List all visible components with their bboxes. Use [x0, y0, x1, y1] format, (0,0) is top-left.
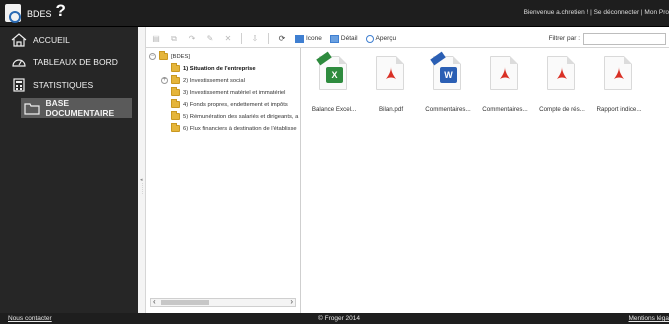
app-logo[interactable]: BDES ? [5, 1, 66, 23]
file-ribbon [430, 51, 446, 66]
tree-node-situation[interactable]: 1) Situation de l'entreprise [171, 63, 256, 72]
tree-node-label: 1) Situation de l'entreprise [183, 65, 256, 72]
detail-view-icon [329, 34, 339, 43]
tree-node-flux-financiers[interactable]: 6) Flux financiers à destination de l'ét… [171, 123, 297, 132]
sidebar-item-accueil[interactable]: ACCUEIL [0, 30, 138, 50]
toolbar-divider [241, 33, 242, 44]
view-preview-label: Aperçu [375, 35, 397, 42]
sidebar-item-label: ACCUEIL [33, 35, 70, 45]
delete-icon[interactable]: ✕ [223, 34, 233, 44]
pdf-file-icon [490, 56, 518, 90]
copyright-text: © Froger 2014 [318, 315, 361, 322]
pdf-file-icon [376, 56, 404, 90]
scroll-right-icon[interactable]: › [290, 297, 293, 306]
copy-icon[interactable]: ⧉ [169, 34, 179, 44]
file-grid: X Balance Excel... Bilan.pdf W Commentai… [301, 48, 669, 313]
folder-icon [171, 87, 180, 96]
sidebar-item-label: STATISTIQUES [33, 80, 94, 90]
collapse-icon[interactable]: − [149, 53, 156, 60]
file-item-compte-de-resultat[interactable]: Compte de rés... [534, 52, 590, 114]
view-detail-button[interactable]: Détail [329, 34, 358, 43]
new-folder-icon[interactable]: ▤ [151, 34, 161, 44]
tree-node-label: 6) Flux financiers à destination de l'ét… [183, 125, 297, 132]
sidebar-item-base-documentaire[interactable]: BASE DOCUMENTAIRE [21, 98, 132, 118]
view-detail-label: Détail [340, 35, 358, 42]
edit-icon[interactable]: ✎ [205, 34, 215, 44]
file-name: Compte de rés... [539, 106, 585, 113]
filter-label: Filtrer par : [548, 35, 580, 42]
file-name: Bilan.pdf [378, 106, 404, 113]
excel-file-icon: X [316, 51, 347, 90]
folder-icon [171, 123, 180, 132]
tree-horizontal-scrollbar[interactable]: ‹ › [150, 297, 296, 307]
refresh-icon[interactable]: ⟳ [277, 34, 287, 44]
user-menu-text[interactable]: Bienvenue a.chretien ! | Se déconnecter … [524, 9, 669, 16]
dashboard-gauge-icon [10, 55, 28, 69]
folder-icon [159, 51, 168, 60]
tree-node-label: [BDES] [171, 53, 191, 60]
scrollbar-thumb[interactable] [161, 300, 209, 305]
help-icon[interactable]: ? [56, 1, 66, 21]
sidebar: ACCUEIL TABLEAUX DE BORD STATISTIQUES BA… [0, 27, 138, 313]
grid-view-icon [295, 34, 304, 43]
sidebar-item-label: BASE DOCUMENTAIRE [45, 98, 115, 118]
file-ribbon [316, 51, 332, 66]
home-icon [10, 33, 28, 47]
tree-node-label: 2) Investissement social [183, 77, 245, 84]
sidebar-item-tableaux-de-bord[interactable]: TABLEAUX DE BORD [0, 52, 138, 72]
statistics-calculator-icon [10, 78, 28, 92]
panel-splitter[interactable]: ◂ ⋮ ⋮ [138, 27, 146, 313]
sidebar-item-label: TABLEAUX DE BORD [33, 57, 118, 67]
pdf-file-icon [547, 56, 575, 90]
tree-node-remuneration[interactable]: 5) Rémunération des salariés et dirigean… [171, 111, 299, 120]
tree-node-investissement-materiel[interactable]: 3) Investissement matériel et immatériel [171, 87, 286, 96]
folder-icon [171, 111, 180, 120]
file-item-bilan-pdf[interactable]: Bilan.pdf [363, 52, 419, 114]
folder-icon [171, 63, 180, 72]
tree-node-label: 4) Fonds propres, endettement et impôts [183, 101, 288, 108]
file-item-rapport-indice[interactable]: Rapport indice... [591, 52, 647, 114]
file-name: Commentaires... [425, 106, 471, 113]
expand-icon[interactable]: + [161, 77, 168, 84]
magnifier-icon [365, 34, 374, 43]
tree-node-label: 5) Rémunération des salariés et dirigean… [183, 113, 299, 120]
folder-icon [171, 75, 180, 84]
file-item-balance-excel[interactable]: X Balance Excel... [306, 51, 362, 114]
folder-icon [171, 99, 180, 108]
view-icon-label: Icone [306, 35, 322, 42]
file-item-commentaires-pdf[interactable]: Commentaires... [477, 52, 533, 114]
pdf-file-icon [604, 56, 632, 90]
footer: Nous contacter © Froger 2014 Mentions lé… [0, 313, 669, 324]
toolbar-divider [268, 33, 269, 44]
sidebar-item-statistiques[interactable]: STATISTIQUES [0, 75, 138, 95]
filter-input[interactable] [583, 33, 666, 45]
document-toolbar: ▤ ⧉ ↷ ✎ ✕ ⇩ ⟳ Icone Détail Aperçu Filtre… [146, 30, 669, 48]
splitter-grip-icon[interactable]: ◂ ⋮ ⋮ [140, 177, 145, 207]
tree-node-label: 3) Investissement matériel et immatériel [183, 89, 286, 96]
word-badge: W [440, 67, 457, 83]
file-item-commentaires-word[interactable]: W Commentaires... [420, 51, 476, 114]
tree-node-fonds-propres[interactable]: 4) Fonds propres, endettement et impôts [171, 99, 288, 108]
contact-link[interactable]: Nous contacter [8, 315, 52, 322]
file-name: Commentaires... [482, 106, 528, 113]
view-icon-button[interactable]: Icone [295, 34, 322, 43]
file-name: Rapport indice... [596, 106, 642, 113]
legal-notice-link[interactable]: Mentions léga [629, 315, 669, 322]
scroll-left-icon[interactable]: ‹ [153, 297, 156, 306]
rename-icon[interactable]: ↷ [187, 34, 197, 44]
bdes-logo-icon [5, 4, 21, 23]
word-file-icon: W [430, 51, 461, 90]
excel-badge: X [326, 67, 343, 83]
top-bar: BDES ? Bienvenue a.chretien ! | Se décon… [0, 0, 669, 27]
view-preview-button[interactable]: Aperçu [365, 34, 397, 43]
tree-node-investissement-social[interactable]: + 2) Investissement social [161, 75, 245, 84]
file-name: Balance Excel... [311, 106, 357, 113]
app-title: BDES [27, 8, 52, 19]
download-icon[interactable]: ⇩ [250, 34, 260, 44]
folder-tree: − [BDES] 1) Situation de l'entreprise + … [146, 48, 301, 313]
folder-icon [24, 101, 40, 115]
tree-root[interactable]: − [BDES] [149, 51, 191, 60]
